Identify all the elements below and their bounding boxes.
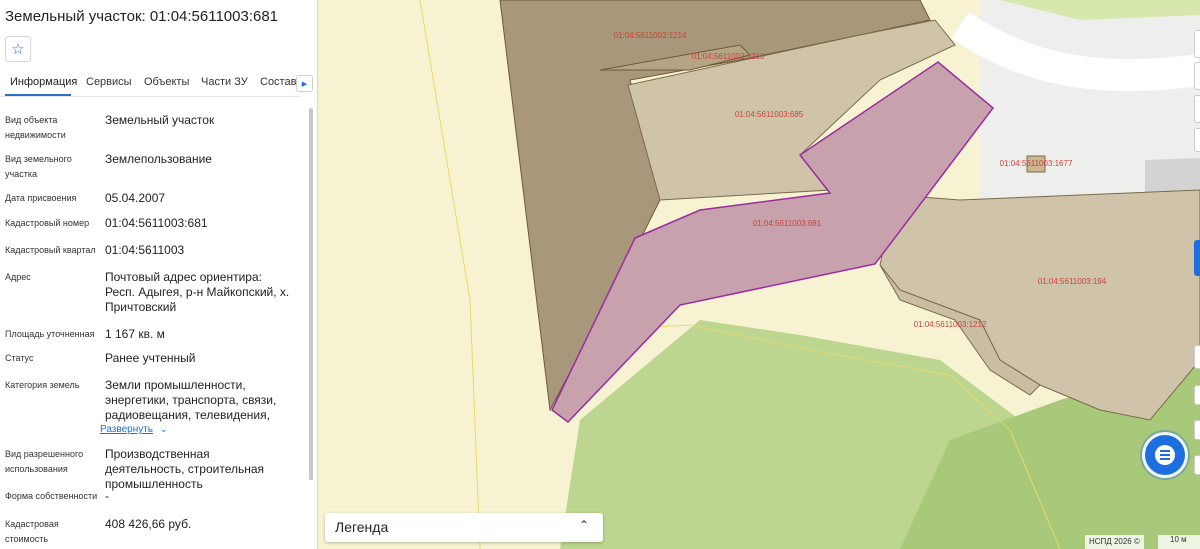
field-value: 01:04:5611003: [105, 243, 185, 257]
field-value: Землепользование: [105, 152, 212, 166]
side-control[interactable]: [1194, 30, 1200, 58]
side-control[interactable]: [1194, 385, 1200, 405]
side-control[interactable]: [1194, 62, 1200, 90]
chevron-down-icon[interactable]: ⌄: [160, 424, 168, 435]
tab-services[interactable]: Сервисы: [86, 76, 132, 88]
field-label: Вид объекта недвижимости: [5, 115, 66, 140]
field-value: Земли промышленности, энергетики, трансп…: [105, 378, 277, 422]
field-value: 01:04:5611003:681: [105, 216, 208, 230]
chat-button[interactable]: [1145, 435, 1185, 475]
field-value: Ранее учтенный: [105, 351, 196, 365]
active-tab-indicator: [5, 94, 71, 96]
field-label: Адрес: [5, 272, 31, 282]
field-value: Земельный участок: [105, 113, 215, 127]
tab-information[interactable]: Информация: [10, 76, 77, 88]
field-label: Кадастровый квартал: [5, 245, 96, 255]
parcel-label-1212: 01:04:5611003:1212: [914, 320, 987, 329]
field-label: Форма собственности: [5, 491, 98, 501]
field-value: 1 167 кв. м: [105, 327, 165, 341]
scale-bar: 10 м: [1158, 535, 1200, 549]
info-panel: Земельный участок: 01:04:5611003:681 ☆ И…: [0, 0, 318, 549]
parcel-label-194: 01:04:5611003:194: [1038, 277, 1107, 286]
parcel-label-1677: 01:04:5611003:1677: [1000, 159, 1073, 168]
field-label: Дата присвоения: [5, 193, 77, 203]
field-label: Кадастровая стоимость: [5, 519, 59, 544]
side-control[interactable]: [1194, 128, 1200, 152]
field-value: Почтовый адрес ориентира: Респ. Адыгея, …: [105, 270, 290, 314]
field-value: Производственная деятельность, строитель…: [105, 447, 265, 491]
side-control[interactable]: [1194, 420, 1200, 440]
field-value: 408 426,66 руб.: [105, 517, 192, 531]
field-label: Площадь уточненная: [5, 329, 95, 339]
map-canvas[interactable]: 01:04:5611003:1214 01:04:5611003:1213 01…: [318, 0, 1200, 549]
side-control[interactable]: [1194, 345, 1200, 369]
favorite-button[interactable]: ☆: [5, 36, 31, 62]
field-value: 05.04.2007: [105, 191, 166, 205]
tab-bar: Информация Сервисы Объекты Части ЗУ Сост…: [0, 72, 300, 97]
expand-link[interactable]: Развернуть: [100, 424, 153, 435]
legend-label: Легенда: [335, 519, 389, 535]
panel-title: Земельный участок: 01:04:5611003:681: [5, 8, 279, 25]
star-icon: ☆: [11, 41, 25, 58]
chat-icon: [1155, 445, 1175, 465]
field-label: Статус: [5, 353, 34, 363]
field-value: -: [105, 489, 109, 503]
tab-parts[interactable]: Части ЗУ: [201, 76, 248, 88]
tab-composition[interactable]: Состав: [260, 76, 296, 88]
field-label: Вид разрешенного использования: [5, 449, 84, 474]
field-label: Кадастровый номер: [5, 218, 90, 228]
legend-dropdown[interactable]: Легенда ⌃: [325, 513, 603, 542]
panel-scrollbar[interactable]: [309, 108, 313, 480]
parcel-label-1213: 01:04:5611003:1213: [692, 52, 765, 61]
chevron-right-icon: ▶: [301, 80, 308, 88]
parcel-label-681: 01:04:5611003:681: [753, 219, 822, 228]
map-view[interactable]: 01:04:5611003:1214 01:04:5611003:1213 01…: [318, 0, 1200, 549]
tabs-scroll-right-button[interactable]: ▶: [296, 75, 313, 92]
expand-collapse-icon: ⌃: [579, 518, 590, 532]
field-label: Категория земель: [5, 380, 80, 390]
side-control-active[interactable]: [1194, 240, 1200, 276]
tab-objects[interactable]: Объекты: [144, 76, 189, 88]
side-control[interactable]: [1194, 95, 1200, 123]
parcel-label-1214: 01:04:5611003:1214: [614, 31, 687, 40]
side-control[interactable]: [1194, 455, 1200, 475]
copyright: НСПД 2026 ©: [1085, 535, 1144, 549]
parcel-label-685: 01:04:5611003:685: [735, 110, 804, 119]
field-label: Вид земельного участка: [5, 154, 72, 179]
